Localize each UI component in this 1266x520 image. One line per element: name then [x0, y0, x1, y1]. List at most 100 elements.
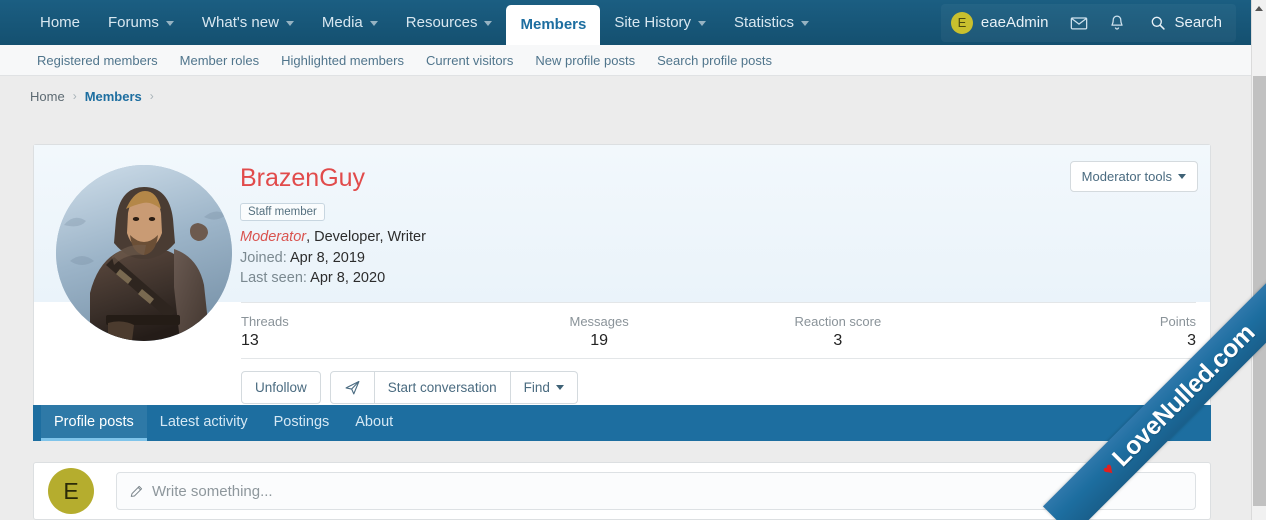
profile-post-input[interactable]: Write something... — [116, 472, 1196, 510]
send-message-button[interactable] — [329, 370, 375, 404]
nav-label: Home — [40, 14, 81, 31]
envelope-icon — [1071, 16, 1088, 29]
nav-item-resources[interactable]: Resources — [392, 0, 507, 45]
nav-item-members[interactable]: Members — [506, 5, 601, 45]
stat-points: Points 3 — [957, 314, 1196, 350]
status-badge: Staff member — [240, 202, 325, 221]
profile-last-seen: Last seen: Apr 8, 2020 — [240, 270, 1196, 286]
profile-post-placeholder: Write something... — [152, 482, 273, 500]
joined-value: Apr 8, 2019 — [290, 249, 365, 266]
nav-item-forums[interactable]: Forums — [94, 0, 188, 45]
unfollow-label: Unfollow — [255, 379, 307, 395]
stat-value: 3 — [1187, 331, 1196, 349]
browser-viewport: Home Forums What's new Media Resources M… — [0, 0, 1266, 520]
tab-about[interactable]: About — [342, 405, 406, 441]
avatar: E — [48, 468, 94, 514]
nav-right-group: E eaeAdmin Search — [940, 0, 1236, 45]
stat-messages: Messages 19 — [480, 314, 719, 350]
search-button[interactable]: Search — [1136, 4, 1236, 42]
moderator-tools-label: Moderator tools — [1081, 169, 1172, 184]
last-seen-label: Last seen: — [240, 269, 307, 286]
scroll-up-button[interactable] — [1252, 0, 1266, 16]
scrollbar-thumb[interactable] — [1253, 76, 1266, 506]
unfollow-button[interactable]: Unfollow — [241, 370, 321, 404]
profile-avatar[interactable] — [56, 165, 232, 341]
moderator-tools-button[interactable]: Moderator tools — [1069, 161, 1198, 192]
joined-label: Joined: — [240, 249, 287, 266]
page-content: Home Forums What's new Media Resources M… — [0, 0, 1251, 520]
alerts-button[interactable] — [1098, 4, 1136, 42]
stat-threads: Threads 13 — [241, 314, 480, 350]
profile-title-rest: , Developer, Writer — [306, 228, 426, 245]
conversation-button-group: Start conversation Find — [329, 370, 578, 404]
pencil-icon — [130, 485, 143, 497]
profile-identity: BrazenGuy Staff member Moderator, Develo… — [240, 157, 1196, 290]
start-conversation-button[interactable]: Start conversation — [374, 370, 511, 404]
nav-item-media[interactable]: Media — [308, 0, 392, 45]
new-profile-post-box: E Write something... — [33, 462, 1211, 520]
stat-value: 13 — [241, 331, 259, 349]
avatar-artwork — [56, 165, 232, 341]
page-scrollbar[interactable] — [1251, 0, 1266, 520]
profile-user-titles: Moderator, Developer, Writer — [240, 229, 1196, 245]
bell-icon — [1111, 15, 1124, 30]
nav-label: Media — [321, 14, 363, 31]
nav-label: Members — [520, 16, 587, 33]
stat-label: Messages — [569, 313, 629, 329]
stat-value: 3 — [833, 331, 843, 349]
member-profile-card: BrazenGuy Staff member Moderator, Develo… — [33, 144, 1211, 418]
chevron-down-icon — [285, 21, 294, 26]
subnav-item-member-roles[interactable]: Member roles — [169, 53, 270, 68]
stat-label: Threads — [241, 313, 289, 329]
inbox-button[interactable] — [1060, 4, 1098, 42]
breadcrumb-item-members[interactable]: Members — [85, 89, 142, 104]
tab-label: Latest activity — [159, 413, 248, 430]
profile-username: BrazenGuy — [240, 164, 366, 192]
nav-item-site-history[interactable]: Site History — [600, 0, 720, 45]
tab-label: Profile posts — [54, 413, 134, 430]
subnav-item-current-visitors[interactable]: Current visitors — [415, 53, 524, 68]
nav-label: Resources — [405, 14, 478, 31]
tab-latest-activity[interactable]: Latest activity — [147, 405, 261, 441]
last-seen-value: Apr 8, 2020 — [310, 269, 386, 286]
avatar: E — [950, 11, 973, 34]
stat-reaction-score: Reaction score 3 — [719, 314, 958, 350]
tab-postings[interactable]: Postings — [261, 405, 343, 441]
profile-avatar-wrap — [48, 157, 240, 341]
breadcrumb-item-home[interactable]: Home — [30, 89, 65, 104]
chevron-down-icon — [484, 21, 493, 26]
profile-header: BrazenGuy Staff member Moderator, Develo… — [34, 145, 1210, 341]
find-button[interactable]: Find — [510, 370, 578, 404]
nav-item-home[interactable]: Home — [26, 0, 94, 45]
profile-tabs: Profile posts Latest activity Postings A… — [33, 405, 1211, 441]
stat-value: 19 — [590, 331, 609, 349]
secondary-navigation-bar: Registered members Member roles Highligh… — [0, 45, 1251, 76]
nav-items: Home Forums What's new Media Resources M… — [26, 0, 823, 45]
breadcrumb-separator: › — [149, 89, 154, 103]
stat-label: Reaction score — [794, 313, 882, 329]
search-icon — [1152, 16, 1166, 30]
chevron-down-icon — [165, 21, 174, 26]
nav-label: Forums — [108, 14, 159, 31]
paper-plane-icon — [345, 380, 360, 394]
account-menu-button[interactable]: E eaeAdmin — [941, 4, 1061, 42]
account-username: eaeAdmin — [980, 14, 1049, 31]
chevron-down-icon — [1178, 174, 1186, 179]
chevron-down-icon — [555, 384, 564, 390]
profile-joined: Joined: Apr 8, 2019 — [240, 250, 1196, 266]
chevron-down-icon — [698, 21, 707, 26]
profile-stats: Threads 13 Messages 19 Reaction score 3 … — [241, 301, 1196, 358]
chevron-down-icon — [369, 21, 378, 26]
nav-item-whats-new[interactable]: What's new — [188, 0, 308, 45]
stat-label: Points — [1159, 313, 1196, 329]
subnav-item-registered-members[interactable]: Registered members — [26, 53, 169, 68]
nav-item-statistics[interactable]: Statistics — [720, 0, 823, 45]
nav-label: Statistics — [734, 14, 795, 31]
nav-label: Site History — [614, 14, 692, 31]
subnav-item-highlighted-members[interactable]: Highlighted members — [270, 53, 415, 68]
search-label: Search — [1174, 14, 1222, 31]
tab-profile-posts[interactable]: Profile posts — [41, 405, 147, 441]
subnav-item-search-profile-posts[interactable]: Search profile posts — [646, 53, 783, 68]
subnav-item-new-profile-posts[interactable]: New profile posts — [524, 53, 646, 68]
tab-label: Postings — [273, 413, 330, 430]
